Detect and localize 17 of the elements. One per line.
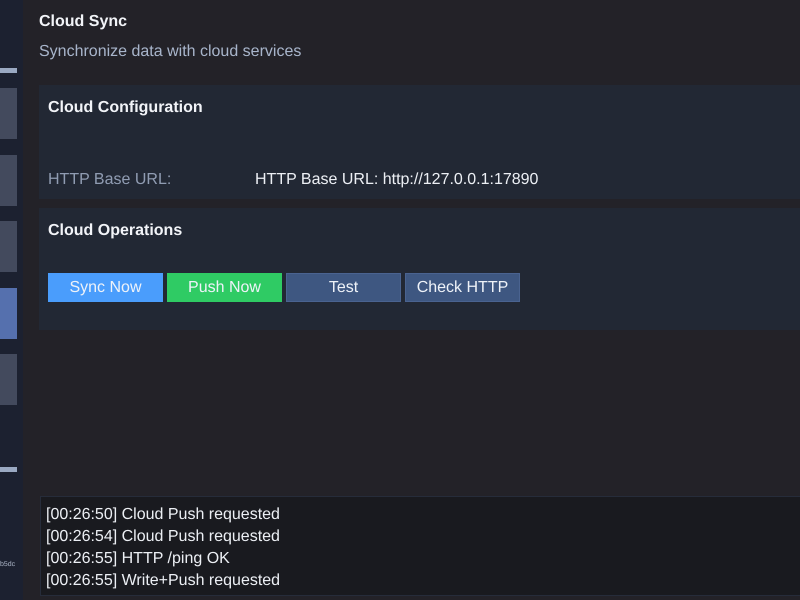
field-label: HTTP Base URL: [48,170,172,190]
log-line: [00:26:54] Cloud Push requested [46,527,280,547]
card-title: Cloud Configuration [48,98,203,118]
log-line: [00:26:55] Write+Push requested [46,571,280,591]
field-value: HTTP Base URL: http://127.0.0.1:17890 [255,170,538,190]
action-button[interactable]: Test [286,273,401,302]
card-title: Cloud Operations [48,221,182,241]
action-button[interactable]: Check HTTP [405,273,520,302]
sidebar-item[interactable] [0,88,17,139]
sidebar-item[interactable] [0,154,17,206]
page-title: Cloud Sync [39,12,128,32]
log-line: [00:26:50] Cloud Push requested [46,505,280,525]
sidebar-item[interactable] [0,221,17,272]
sidebar-item[interactable] [0,288,17,338]
sidebar-item[interactable] [0,354,17,405]
log-line: [00:26:55] HTTP /ping OK [46,549,230,569]
page-subtitle: Synchronize data with cloud services [39,42,302,62]
